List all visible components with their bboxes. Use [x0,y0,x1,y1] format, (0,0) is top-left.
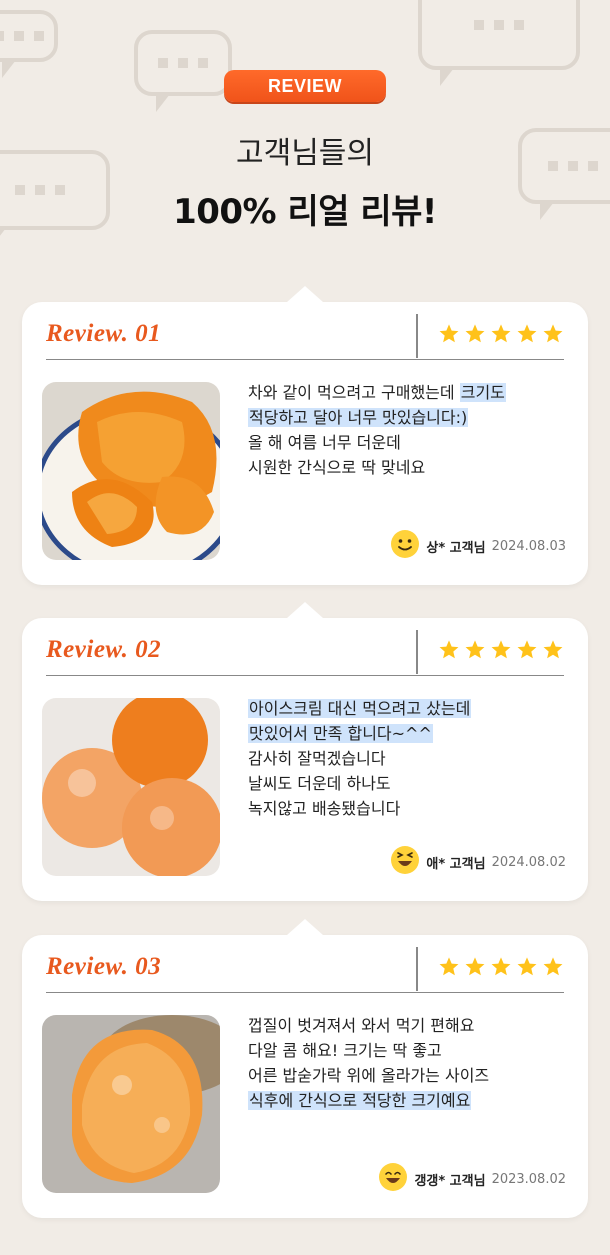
smiley-icon [390,529,420,563]
review-text-segment: 시원한 간식으로 딱 맞네요 [248,458,426,477]
review-text-line: 시원한 간식으로 딱 맞네요 [248,455,506,480]
star-icon [464,639,486,665]
review-card-header: Review. 03 [46,947,564,993]
star-icon [438,956,460,982]
review-card: Review. 03 껍질이 벗겨져서 와서 먹기 편해요다알 콤 해요! 크기는… [22,935,588,1218]
star-icon [542,956,564,982]
review-date: 2023.08.02 [491,1171,566,1187]
review-pill-badge: REVIEW [223,70,386,102]
review-header: REVIEW 고객님들의 100% 리얼 리뷰! [0,70,610,233]
review-text-segment: 다알 콤 해요! 크기는 딱 좋고 [248,1041,442,1060]
review-text-segment: 크기도 [459,383,506,402]
chat-bubble-icon [0,10,58,78]
review-author: 갱갱* 고객님 [414,1173,486,1189]
review-text-line: 차와 같이 먹으려고 구매했는데 크기도 [248,380,506,405]
review-meta: 갱갱* 고객님 2023.08.02 [378,1162,566,1196]
review-body: 차와 같이 먹으려고 구매했는데 크기도적당하고 달아 너무 맛있습니다:) 올 … [248,380,506,480]
star-rating [438,639,564,665]
chat-bubble-icon [418,0,580,86]
headline-line2: 100% 리얼 리뷰! [173,192,437,232]
smiley-icon [378,1162,408,1196]
review-meta: 상* 고객님 2024.08.03 [390,529,566,563]
review-text-segment: 녹지않고 배송됐습니다 [248,799,401,818]
review-text-segment: 차와 같이 먹으려고 구매했는데 [248,383,460,402]
review-number-label: Review. 03 [46,953,162,980]
star-icon [464,956,486,982]
headline-line1: 고객님들의 [236,136,374,171]
review-text-line: 아이스크림 대신 먹으려고 샀는데 [248,696,472,721]
review-card: Review. 02 아이스크림 대신 먹으려고 샀는데맛있어서 만족 합니다~^… [22,618,588,901]
review-text-segment: 아이스크림 대신 먹으려고 샀는데 [248,699,472,718]
smiley-icon [390,845,420,879]
star-rating [438,956,564,982]
star-icon [516,323,538,349]
star-icon [490,323,512,349]
star-icon [490,956,512,982]
review-card-header: Review. 01 [46,314,564,360]
review-text-segment: 식후에 간식으로 적당한 크기예요 [248,1091,472,1110]
review-photo [42,698,220,876]
review-author: 애* 고객님 [426,856,486,872]
review-body: 껍질이 벗겨져서 와서 먹기 편해요다알 콤 해요! 크기는 딱 좋고어른 밥숟… [248,1013,489,1113]
review-text-line: 적당하고 달아 너무 맛있습니다:) [248,405,506,430]
review-number-label: Review. 01 [46,320,162,347]
review-text-line: 식후에 간식으로 적당한 크기예요 [248,1088,489,1113]
review-text-segment: 날씨도 더운데 하나도 [248,774,391,793]
review-date: 2024.08.02 [491,854,566,870]
review-text-line: 껍질이 벗겨져서 와서 먹기 편해요 [248,1013,489,1038]
star-rating [438,323,564,349]
review-date: 2024.08.03 [491,538,566,554]
review-text-segment: 적당하고 달아 너무 맛있습니다:) [248,408,469,427]
review-text-segment: 감사히 잘먹겠습니다 [248,749,386,768]
review-photo [42,1015,220,1193]
star-icon [516,956,538,982]
star-icon [464,323,486,349]
review-text-line: 맛있어서 만족 합니다~^^ [248,721,471,746]
review-card: Review. 01 차와 같이 먹으려고 구매했는데 크기도적당하고 달아 너무… [22,302,588,585]
star-icon [542,639,564,665]
review-text-line: 날씨도 더운데 하나도 [248,771,471,796]
star-icon [542,323,564,349]
star-icon [516,639,538,665]
review-number-label: Review. 02 [46,636,162,663]
star-icon [438,323,460,349]
review-text-line: 감사히 잘먹겠습니다 [248,746,471,771]
review-text-segment: 올 해 여름 너무 더운데 [248,433,401,452]
review-text-line: 올 해 여름 너무 더운데 [248,430,506,455]
header-divider [416,630,418,674]
review-text-segment: 껍질이 벗겨져서 와서 먹기 편해요 [248,1016,475,1035]
star-icon [490,639,512,665]
review-author: 상* 고객님 [426,540,486,556]
star-icon [438,639,460,665]
review-text-segment: 맛있어서 만족 합니다~^^ [248,724,433,743]
review-text-segment: 어른 밥숟가락 위에 올라가는 사이즈 [248,1066,490,1085]
review-photo [42,382,220,560]
review-text-line: 녹지않고 배송됐습니다 [248,796,471,821]
review-text-line: 어른 밥숟가락 위에 올라가는 사이즈 [248,1063,489,1088]
review-card-header: Review. 02 [46,630,564,676]
header-divider [416,947,418,991]
review-meta: 애* 고객님 2024.08.02 [390,845,566,879]
header-divider [416,314,418,358]
review-body: 아이스크림 대신 먹으려고 샀는데맛있어서 만족 합니다~^^ 감사히 잘먹겠습니… [248,696,472,821]
review-text-line: 다알 콤 해요! 크기는 딱 좋고 [248,1038,489,1063]
